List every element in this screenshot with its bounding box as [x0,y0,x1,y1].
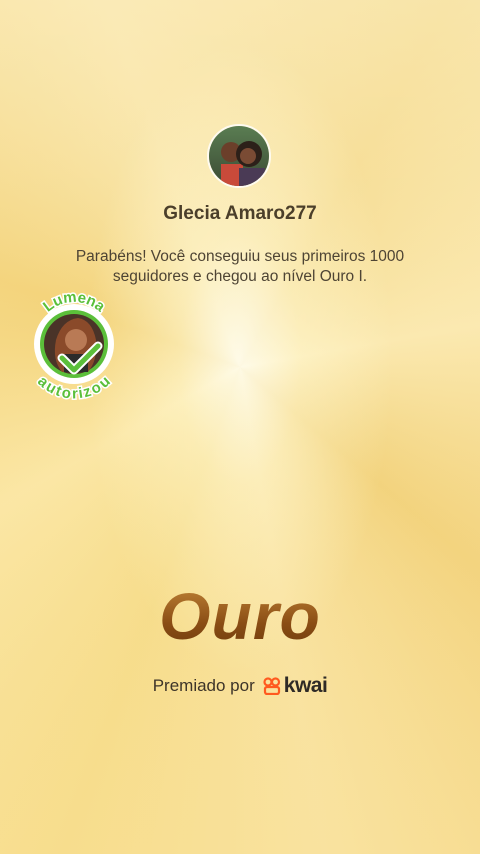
avatar[interactable] [207,124,271,188]
kwai-icon [263,677,280,695]
kwai-logo: kwai [263,674,328,698]
congratulations-message: Parabéns! Você conseguiu seus primeiros … [75,248,405,285]
awarded-by: Premiado por kwai [0,674,480,698]
kwai-brand-text: kwai [283,674,328,697]
level-title: Ouro [0,578,480,654]
awarded-label: Premiado por [152,676,255,695]
approval-sticker: Lumena autorizou [26,287,126,404]
username: Glecia Amaro277 [163,203,317,224]
